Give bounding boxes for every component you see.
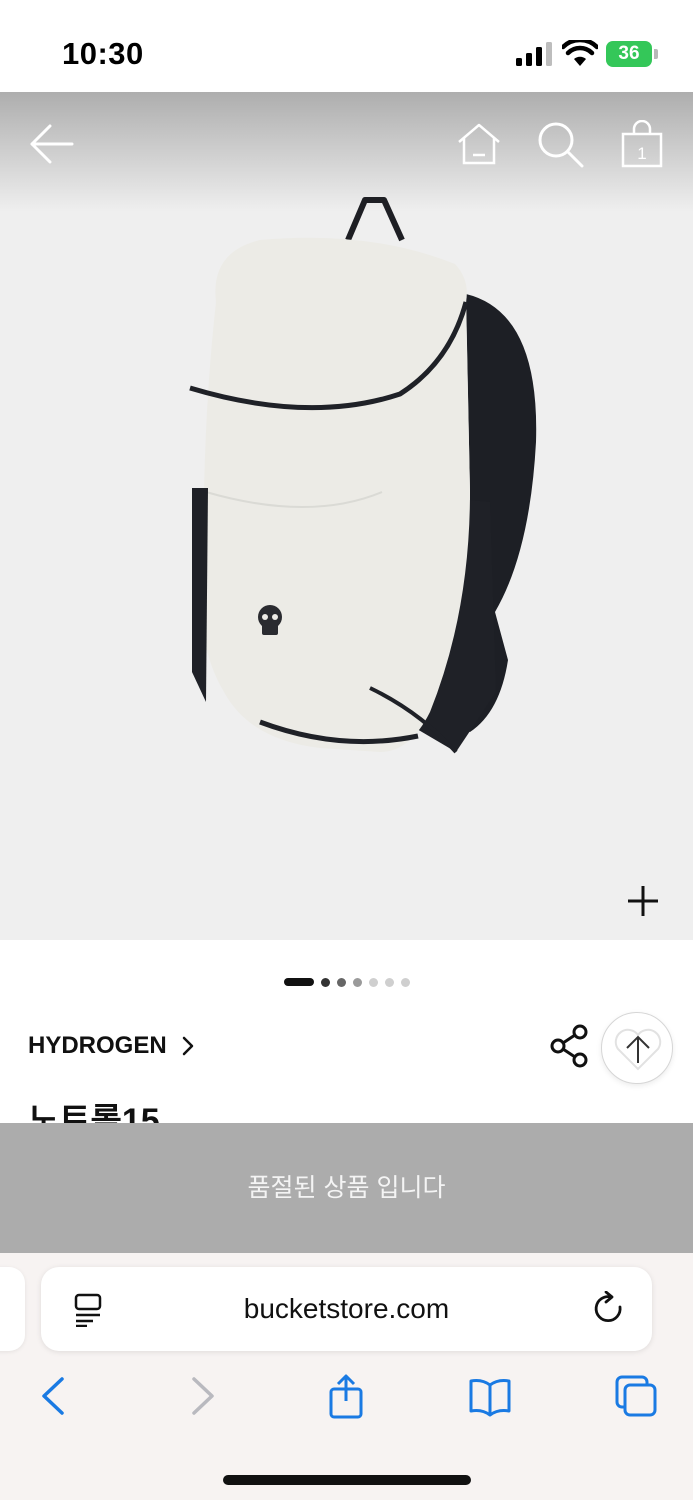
status-time: 10:30 — [62, 36, 144, 71]
home-indicator — [223, 1475, 471, 1485]
reload-icon[interactable] — [593, 1291, 627, 1327]
product-name: 노트롤15 — [28, 1102, 160, 1124]
browser-toolbar: bucketstore.com — [0, 1253, 693, 1500]
image-pagination — [0, 975, 693, 989]
backpack-product-image — [189, 197, 537, 754]
status-bar: 10:30 36 — [0, 0, 693, 92]
pagination-dot-active[interactable] — [283, 978, 314, 986]
wifi-icon — [562, 40, 598, 66]
brand-link[interactable]: HYDROGEN — [28, 1032, 195, 1060]
zoom-plus-icon[interactable] — [624, 882, 662, 920]
pagination-dot[interactable] — [400, 977, 410, 987]
browser-forward-icon[interactable] — [180, 1373, 224, 1419]
cellular-signal-icon — [516, 42, 552, 66]
share-sheet-icon[interactable] — [324, 1373, 368, 1419]
sold-out-button[interactable]: 품절된 상품 입니다 — [0, 1123, 693, 1253]
chevron-right-icon — [182, 1036, 193, 1056]
brand-name: HYDROGEN — [28, 1032, 167, 1059]
battery-level: 36 — [618, 43, 640, 64]
pagination-dot[interactable] — [384, 977, 394, 987]
battery-indicator: 36 — [606, 41, 658, 67]
sold-out-label: 품절된 상품 입니다 — [247, 1174, 446, 1202]
bookmarks-icon[interactable] — [468, 1373, 512, 1419]
browser-back-icon[interactable] — [32, 1373, 76, 1419]
pagination-dot[interactable] — [320, 977, 330, 987]
cart-count-badge: 1 — [637, 144, 647, 163]
home-icon[interactable] — [456, 122, 502, 166]
pagination-dot[interactable] — [352, 977, 362, 987]
search-icon[interactable] — [536, 120, 584, 168]
address-bar[interactable]: bucketstore.com — [41, 1267, 652, 1351]
share-icon[interactable] — [548, 1024, 592, 1068]
product-image-gallery[interactable]: 1 — [0, 92, 693, 940]
battery-cap — [654, 49, 658, 59]
url-text: bucketstore.com — [243, 1293, 450, 1324]
tabs-icon[interactable] — [614, 1373, 658, 1419]
scroll-to-top-button[interactable] — [601, 1012, 673, 1084]
back-arrow-icon[interactable] — [28, 122, 76, 166]
pagination-dot[interactable] — [368, 977, 378, 987]
pagination-dot[interactable] — [336, 977, 346, 987]
heart-icon — [614, 1028, 662, 1071]
previous-tab-preview[interactable] — [0, 1267, 25, 1351]
